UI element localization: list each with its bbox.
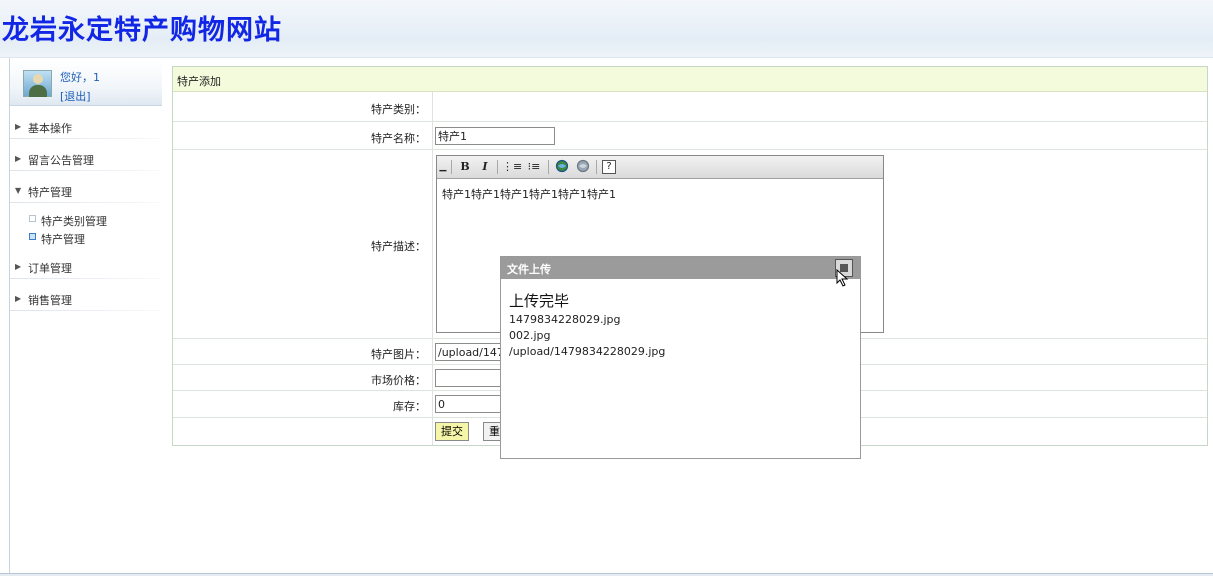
link-icon[interactable] [554,159,570,175]
row-name: 特产名称： [173,122,1207,150]
ordered-list-icon[interactable]: ⋮≡ [502,159,522,175]
price-label: 市场价格： [371,374,426,387]
square-bullet-icon [29,233,36,240]
square-bullet-icon [29,215,36,222]
sidebar-item-label: 留言公告管理 [28,154,94,167]
file-upload-dialog: 文件上传 上传完毕 1479834228029.jpg 002.jpg /upl… [500,256,861,459]
market-price-input[interactable] [435,369,505,387]
sidebar-subitem-category[interactable]: 特产类别管理 [10,212,160,228]
unordered-list-icon[interactable]: ⁝≡ [525,159,543,175]
uploaded-file-path: /upload/1479834228029.jpg [509,345,666,358]
original-file-name: 002.jpg [509,329,551,342]
section-title: 特产添加 [177,75,221,88]
sidebar-item-messages[interactable]: ▶ 留言公告管理 [10,149,160,171]
mouse-cursor-icon [836,269,849,287]
caret-down-icon: ▼ [15,186,22,195]
dialog-title: 文件上传 [507,263,551,276]
sidebar-subitem-products[interactable]: 特产管理 [10,230,160,246]
sidebar-item-sales[interactable]: ▶ 销售管理 [10,289,160,311]
product-image-input[interactable] [435,343,505,361]
avatar [23,70,52,97]
toolbar-collapse-icon[interactable]: ▁ [439,159,447,175]
sidebar-item-label: 订单管理 [28,262,72,275]
italic-button[interactable]: I [478,159,492,175]
sidebar: 您好，1 [退出] ▶ 基本操作 ▶ 留言公告管理 ▼ 特产管理 特产类别管理 … [10,60,162,573]
site-title: 龙岩永定特产购物网站 [2,15,282,46]
help-icon[interactable]: ? [602,160,616,174]
sidebar-subitem-label: 特产管理 [41,233,85,246]
editor-toolbar: ▁ B I ⋮≡ ⁝≡ ? [437,156,883,179]
upload-status: 上传完毕 [509,292,570,310]
submit-button[interactable]: 提交 [435,422,469,441]
caret-right-icon: ▶ [15,294,22,303]
dialog-title-bar: 文件上传 [501,257,860,287]
sidebar-item-orders[interactable]: ▶ 订单管理 [10,257,160,279]
caret-right-icon: ▶ [15,154,22,163]
image-label: 特产图片： [371,348,426,361]
description-label: 特产描述： [371,240,426,253]
product-name-input[interactable] [435,127,555,145]
category-label: 特产类别： [371,103,426,116]
row-category: 特产类别： [173,92,1207,122]
site-header: 龙岩永定特产购物网站 [0,0,1213,58]
user-box: 您好，1 [退出] [10,60,162,106]
editor-text[interactable]: 特产1特产1特产1特产1特产1特产1 [442,186,616,202]
stock-input[interactable] [435,395,505,413]
sidebar-item-label: 基本操作 [28,122,72,135]
sidebar-item-label: 销售管理 [28,294,72,307]
uploaded-file-name: 1479834228029.jpg [509,313,621,326]
unlink-icon[interactable] [575,159,591,175]
sidebar-item-products[interactable]: ▼ 特产管理 [10,181,160,203]
form-section-header: 特产添加 [173,67,1207,92]
caret-right-icon: ▶ [15,122,22,131]
logout-link[interactable]: [退出] [60,88,91,104]
sidebar-item-basic[interactable]: ▶ 基本操作 [10,117,160,139]
sidebar-subitem-label: 特产类别管理 [41,215,107,228]
name-label: 特产名称： [371,132,426,145]
caret-right-icon: ▶ [15,262,22,271]
greeting: 您好，1 [60,71,100,84]
sidebar-item-label: 特产管理 [28,186,72,199]
stock-label: 库存： [393,400,426,413]
bold-button[interactable]: B [458,159,472,175]
